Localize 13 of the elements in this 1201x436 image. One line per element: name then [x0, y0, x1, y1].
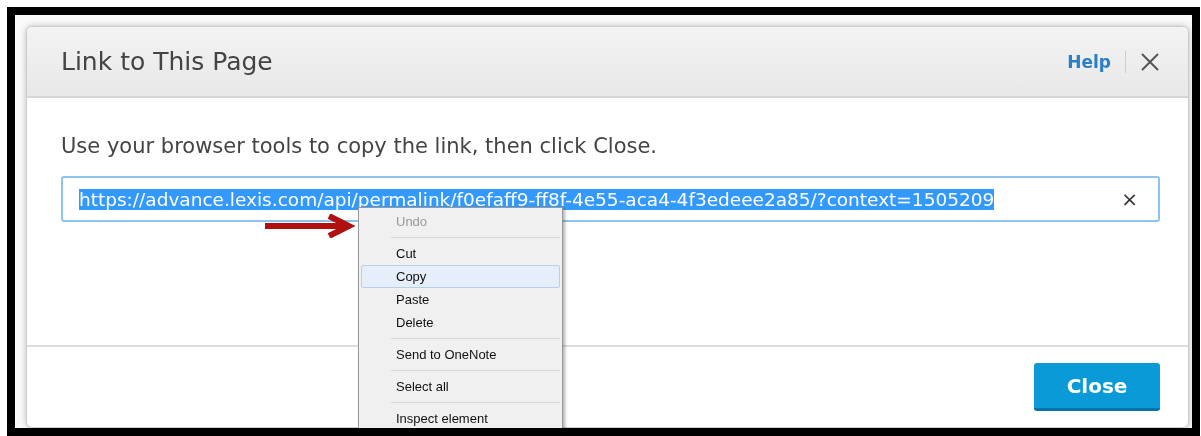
clear-button[interactable]: × — [1121, 187, 1138, 211]
arrow-icon — [265, 214, 355, 238]
close-icon[interactable] — [1140, 51, 1160, 72]
menu-item[interactable]: Paste — [361, 288, 560, 311]
menu-item[interactable]: Select all — [361, 375, 560, 398]
menu-item[interactable]: Copy — [361, 265, 560, 288]
dialog-title: Link to This Page — [61, 47, 273, 76]
menu-item[interactable]: Inspect element — [361, 407, 560, 428]
menu-item[interactable]: Cut — [361, 242, 560, 265]
menu-item[interactable]: Delete — [361, 311, 560, 334]
menu-item[interactable]: Send to OneNote — [361, 343, 560, 366]
instruction-text: Use your browser tools to copy the link, then click Close. — [61, 134, 659, 158]
help-link[interactable]: Help — [1067, 51, 1111, 72]
